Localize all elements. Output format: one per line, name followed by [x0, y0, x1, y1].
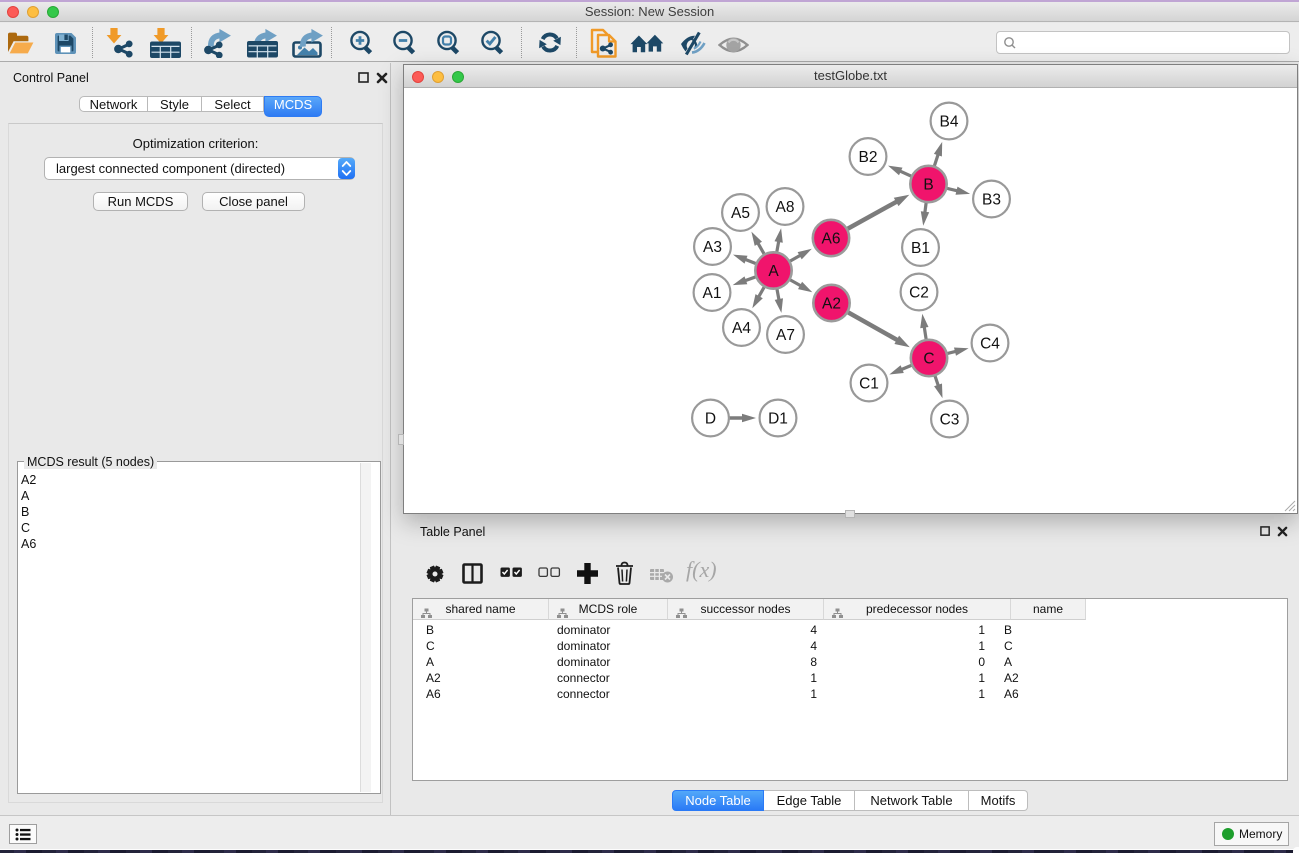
svg-text:A8: A8	[776, 199, 795, 216]
svg-text:A5: A5	[731, 205, 750, 222]
svg-text:B3: B3	[982, 191, 1001, 208]
svg-text:C1: C1	[859, 375, 879, 392]
svg-text:B1: B1	[911, 240, 930, 257]
svg-text:A4: A4	[732, 320, 751, 337]
svg-text:B: B	[923, 176, 933, 193]
svg-text:A6: A6	[822, 230, 841, 247]
svg-text:D1: D1	[768, 410, 788, 427]
svg-text:A3: A3	[703, 239, 722, 256]
svg-text:A7: A7	[776, 327, 795, 344]
svg-text:B2: B2	[859, 149, 878, 166]
svg-text:A: A	[768, 263, 779, 280]
svg-text:C4: C4	[980, 335, 1000, 352]
svg-text:C3: C3	[940, 411, 960, 428]
svg-text:B4: B4	[940, 113, 959, 130]
svg-text:C2: C2	[909, 284, 929, 301]
svg-text:A2: A2	[822, 295, 841, 312]
svg-text:C: C	[923, 350, 934, 367]
svg-text:D: D	[705, 410, 716, 427]
svg-text:A1: A1	[703, 285, 722, 302]
